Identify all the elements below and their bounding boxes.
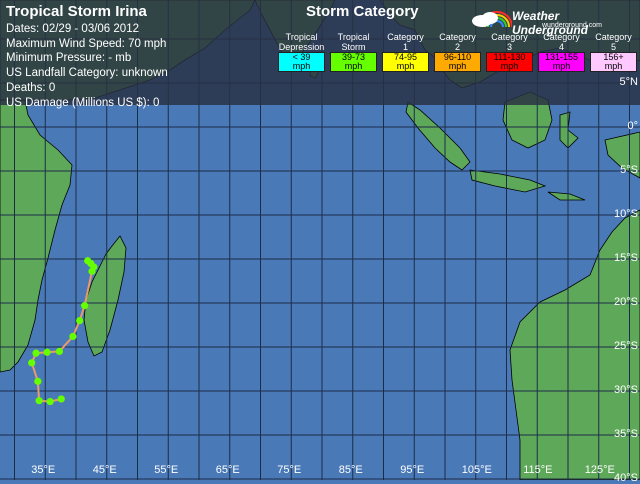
legend-swatch-cat4: 131-155 mph [538,52,585,72]
latitude-label: 35°S [614,428,638,440]
category-legend: Tropical Depression < 39 mph Tropical Sto… [276,32,640,72]
storm-max-wind: Maximum Wind Speed: 70 mph [6,37,167,50]
brand-site: wunderground.com [542,22,602,29]
storm-min-pressure: Minimum Pressure: - mb [6,52,132,65]
legend-col-ts: Tropical Storm 39-73 mph [328,32,379,72]
storm-title: Tropical Storm Irina [6,3,147,20]
legend-label: Category [439,32,476,42]
legend-col-cat1: Category 1 74-95 mph [380,32,431,72]
latitude-label: 20°S [614,296,638,308]
track-point [43,348,51,356]
storm-landfall: US Landfall Category: unknown [6,67,168,80]
legend-col-cat4: Category 4 131-155 mph [536,32,587,72]
legend-col-cat5: Category 5 156+ mph [588,32,639,72]
storm-deaths: Deaths: 0 [6,81,56,94]
storm-dates: Dates: 02/29 - 03/06 2012 [6,23,139,35]
legend-col-cat3: Category 3 111-130 mph [484,32,535,72]
longitude-label: 75°E [277,464,302,476]
latitude-label: 5°N [619,76,638,88]
longitude-label: 55°E [154,464,179,476]
storm-damage: US Damage (Millions US $): 0 [6,96,160,109]
legend-swatch-cat1: 74-95 mph [382,52,429,72]
legend-swatch-cat5: 156+ mph [590,52,637,72]
track-point [32,349,40,357]
latitude-label: 0° [627,120,638,132]
weather-underground-logo: Weather Underground wunderground.com [468,5,636,37]
longitude-label: 95°E [400,464,425,476]
longitude-label: 125°E [584,464,615,476]
longitude-label: 35°E [31,464,56,476]
legend-swatch-cat2: 96-110 mph [434,52,481,72]
longitude-label: 105°E [461,464,492,476]
track-point [55,347,63,355]
legend-label: 1 [402,42,408,52]
storm-info: Tropical Storm Irina Dates: 02/29 - 03/0… [6,3,168,110]
latitude-label: 15°S [614,252,638,264]
latitude-label: 30°S [614,384,638,396]
legend-title: Storm Category [306,3,419,20]
track-point [88,267,96,275]
rainbow-cloud-icon [472,11,513,28]
track-point [34,377,42,385]
legend-col-cat2: Category 2 96-110 mph [432,32,483,72]
legend-label: 3 [506,42,512,52]
longitude-label: 115°E [523,464,553,476]
legend-label: Storm [341,42,366,52]
latitude-label: 5°S [620,164,638,176]
legend-swatch-cat3: 111-130 mph [486,52,533,72]
track-point [35,397,43,405]
longitude-label: 45°E [92,464,117,476]
legend-label: 5 [610,42,616,52]
legend-label: 2 [454,42,460,52]
longitude-label: 85°E [338,464,363,476]
legend-col-td: Tropical Depression < 39 mph [276,32,327,72]
latitude-label: 25°S [614,340,638,352]
track-point [57,395,65,403]
track-point [76,317,84,325]
track-point [81,302,89,310]
legend-label: 4 [558,42,564,52]
track-point [69,332,77,341]
legend-label: Category [387,32,424,42]
legend-swatch-td: < 39 mph [278,52,325,72]
legend-label: Depression [278,42,325,52]
legend-label: Tropical [285,32,318,42]
track-point [46,397,54,406]
latitude-label: 10°S [614,208,638,220]
latitude-label: 40°S [614,472,638,484]
longitude-label: 65°E [215,464,240,476]
track-point [28,359,36,367]
legend-swatch-ts: 39-73 mph [330,52,377,72]
legend-label: Tropical [337,32,370,42]
